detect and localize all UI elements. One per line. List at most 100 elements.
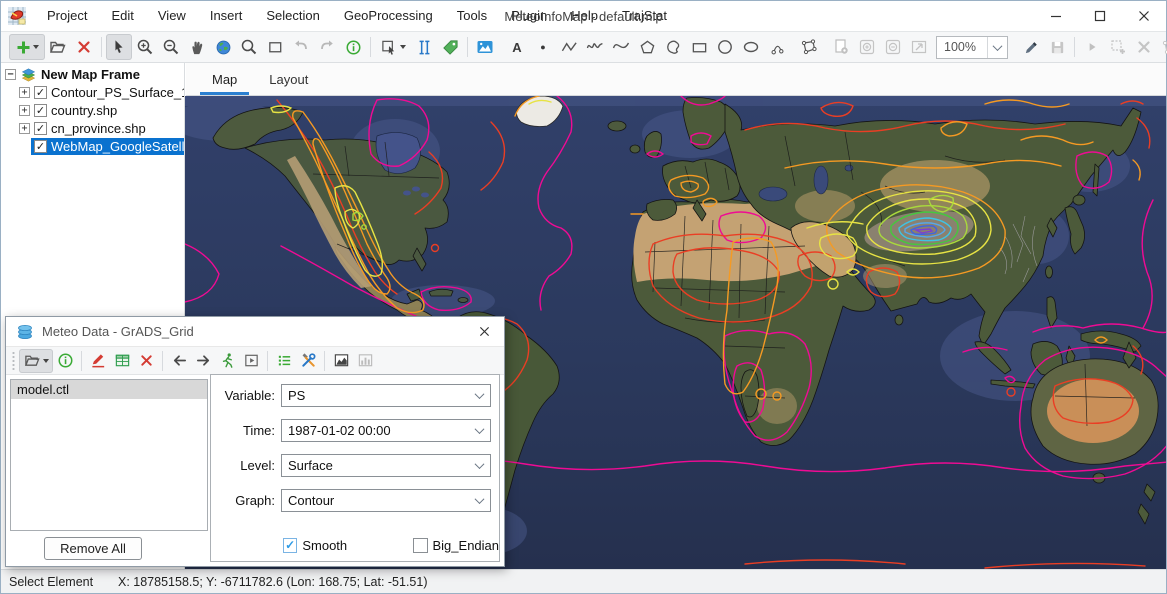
draw-circle-icon[interactable] xyxy=(712,34,738,60)
select-icon[interactable] xyxy=(106,34,132,60)
toolbar-grip[interactable] xyxy=(11,351,16,371)
data-file-list[interactable]: model.ctl xyxy=(10,379,208,531)
status-coordinates: X: 18785158.5; Y: -6711782.6 (Lon: 168.7… xyxy=(118,575,428,589)
remove-all-button[interactable]: Remove All xyxy=(44,537,142,560)
smooth-checkbox[interactable]: ✓ xyxy=(283,538,297,553)
animate-icon[interactable] xyxy=(215,349,239,373)
menu-edit[interactable]: Edit xyxy=(99,1,145,31)
layer-checkbox[interactable]: ✓ xyxy=(34,86,47,99)
draw-curve-icon[interactable] xyxy=(608,34,634,60)
draw-freehand-icon[interactable] xyxy=(582,34,608,60)
draw-polyline-icon[interactable] xyxy=(556,34,582,60)
draw-rectangle-icon[interactable] xyxy=(686,34,712,60)
select-rectangle-icon[interactable] xyxy=(262,34,288,60)
options-tools-icon[interactable] xyxy=(296,349,320,373)
zoom-in-icon[interactable] xyxy=(132,34,158,60)
draw-freeform-icon[interactable] xyxy=(660,34,686,60)
time-combo[interactable]: 1987-01-02 00:00 xyxy=(281,419,491,442)
open-file-icon[interactable] xyxy=(45,34,71,60)
menu-insert[interactable]: Insert xyxy=(198,1,255,31)
edit-vertices-icon[interactable] xyxy=(796,34,822,60)
graph-dropdown-icon[interactable] xyxy=(468,490,490,511)
layer-checkbox[interactable]: ✓ xyxy=(34,104,47,117)
draw-point-icon[interactable]: ● xyxy=(530,34,556,60)
bar-chart-icon[interactable] xyxy=(353,349,377,373)
reshape-feature-icon[interactable] xyxy=(1157,34,1167,60)
zoom-out-page-icon[interactable] xyxy=(880,34,906,60)
maximize-icon[interactable] xyxy=(1078,1,1122,31)
draw-ellipse-icon[interactable] xyxy=(738,34,764,60)
layer-node-cn-province[interactable]: + ✓ cn_province.shp xyxy=(1,120,184,137)
remove-layers-icon[interactable] xyxy=(71,34,97,60)
play-frames-icon[interactable] xyxy=(239,349,263,373)
remove-data-icon[interactable] xyxy=(134,349,158,373)
variable-combo[interactable]: PS xyxy=(281,384,491,407)
graph-combo[interactable]: Contour xyxy=(281,489,491,512)
time-dropdown-icon[interactable] xyxy=(468,420,490,441)
play-icon[interactable] xyxy=(1079,34,1105,60)
measure-icon[interactable] xyxy=(411,34,437,60)
previous-time-icon[interactable] xyxy=(167,349,191,373)
data-file-item[interactable]: model.ctl xyxy=(11,380,207,399)
label-icon[interactable] xyxy=(437,34,463,60)
layer-node-country[interactable]: + ✓ country.shp xyxy=(1,102,184,119)
settings-list-icon[interactable] xyxy=(272,349,296,373)
data-info-icon[interactable] xyxy=(53,349,77,373)
expand-icon[interactable]: + xyxy=(19,105,30,116)
undo-icon[interactable] xyxy=(288,34,314,60)
start-edit-icon[interactable] xyxy=(1018,34,1044,60)
open-data-icon[interactable] xyxy=(19,349,53,373)
level-combo[interactable]: Surface xyxy=(281,454,491,477)
layer-node-contour[interactable]: + ✓ Contour_PS_Surface_19 xyxy=(1,84,184,101)
expand-icon[interactable]: + xyxy=(19,87,30,98)
full-extent-icon[interactable] xyxy=(210,34,236,60)
draw-data-icon[interactable] xyxy=(86,349,110,373)
dialog-title-bar[interactable]: Meteo Data - GrADS_Grid xyxy=(6,317,504,347)
menu-view[interactable]: View xyxy=(146,1,198,31)
pan-icon[interactable] xyxy=(184,34,210,60)
meteo-data-icon xyxy=(16,323,34,341)
insert-image-icon[interactable] xyxy=(472,34,498,60)
select-features-icon[interactable] xyxy=(375,34,411,60)
menu-project[interactable]: Project xyxy=(35,1,99,31)
zoom-out-icon[interactable] xyxy=(158,34,184,60)
menu-selection[interactable]: Selection xyxy=(254,1,331,31)
map-frame-node[interactable]: − New Map Frame xyxy=(1,66,184,83)
dialog-close-icon[interactable] xyxy=(464,317,504,347)
minimize-icon[interactable] xyxy=(1034,1,1078,31)
menu-plugin[interactable]: Plugin xyxy=(499,1,559,31)
redo-icon[interactable] xyxy=(314,34,340,60)
draw-polygon-icon[interactable] xyxy=(634,34,660,60)
delete-feature-icon[interactable] xyxy=(1131,34,1157,60)
layer-checkbox[interactable]: ✓ xyxy=(34,140,47,153)
level-dropdown-icon[interactable] xyxy=(468,455,490,476)
variable-dropdown-icon[interactable] xyxy=(468,385,490,406)
page-setup-icon[interactable] xyxy=(828,34,854,60)
close-icon[interactable] xyxy=(1122,1,1166,31)
next-time-icon[interactable] xyxy=(191,349,215,373)
zoom-to-layer-icon[interactable] xyxy=(236,34,262,60)
view-table-icon[interactable] xyxy=(110,349,134,373)
save-edits-icon[interactable] xyxy=(1044,34,1070,60)
zoom-in-page-icon[interactable] xyxy=(854,34,880,60)
menu-help[interactable]: Help xyxy=(559,1,610,31)
draw-curve-points-icon[interactable] xyxy=(764,34,790,60)
zoom-level-combo[interactable]: 100% xyxy=(936,36,1008,59)
expand-icon[interactable]: + xyxy=(19,123,30,134)
menu-trajstat[interactable]: TrajStat xyxy=(610,1,679,31)
tab-map[interactable]: Map xyxy=(196,65,253,95)
identify-icon[interactable] xyxy=(340,34,366,60)
draw-text-icon[interactable]: A xyxy=(504,34,530,60)
area-chart-icon[interactable] xyxy=(329,349,353,373)
menu-tools[interactable]: Tools xyxy=(445,1,499,31)
big-endian-checkbox[interactable] xyxy=(413,538,427,553)
menu-geoprocessing[interactable]: GeoProcessing xyxy=(332,1,445,31)
layer-node-webmap[interactable]: ✓ WebMap_GoogleSatell xyxy=(31,138,184,155)
layer-checkbox[interactable]: ✓ xyxy=(34,122,47,135)
zoom-level-dropdown-icon[interactable] xyxy=(987,37,1007,58)
collapse-icon[interactable]: − xyxy=(5,69,16,80)
tab-layout[interactable]: Layout xyxy=(253,65,324,95)
add-layer-icon[interactable] xyxy=(9,34,45,60)
add-feature-icon[interactable] xyxy=(1105,34,1131,60)
fit-to-screen-icon[interactable] xyxy=(906,34,932,60)
